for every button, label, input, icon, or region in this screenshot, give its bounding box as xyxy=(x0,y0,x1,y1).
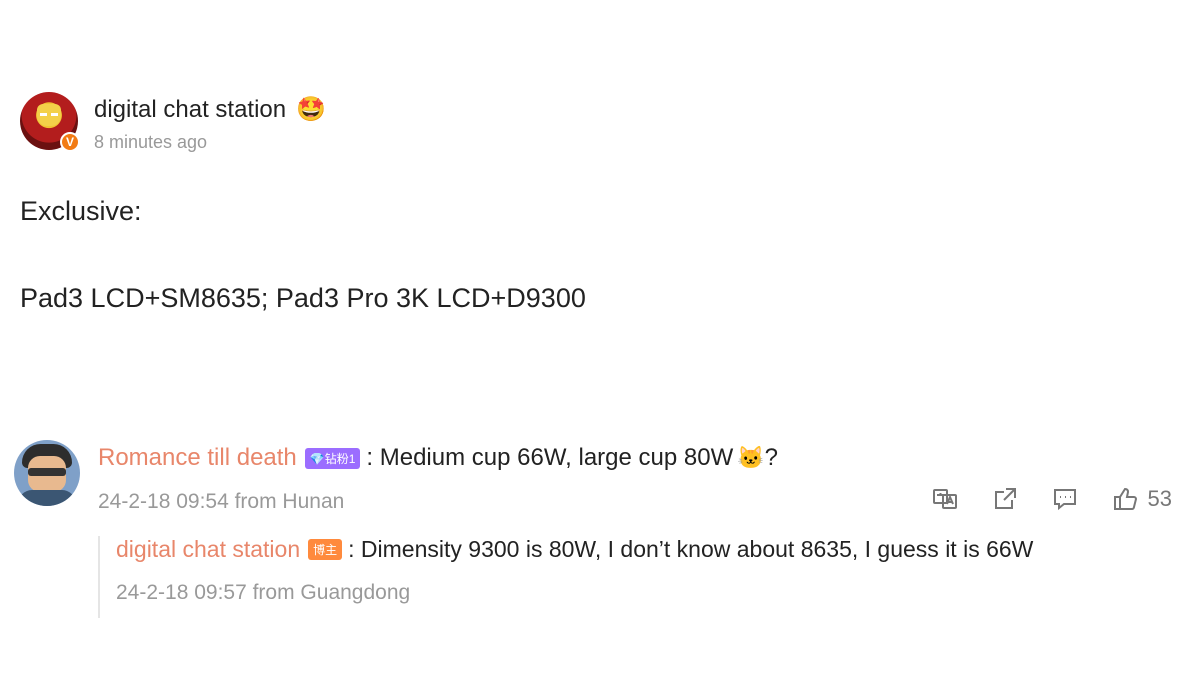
verified-badge: V xyxy=(60,132,80,152)
post-body: Exclusive: Pad3 LCD+SM8635; Pad3 Pro 3K … xyxy=(20,196,586,314)
reply-line: digital chat station 博主 : Dimensity 9300… xyxy=(116,536,1176,563)
like-icon xyxy=(1112,486,1138,512)
reply-author[interactable]: digital chat station xyxy=(116,536,300,563)
cat-emoji-icon: 🐱 xyxy=(737,445,765,470)
comment-meta: 24-2-18 09:54 from Hunan xyxy=(98,490,345,513)
blogger-badge: 博主 xyxy=(308,539,343,560)
comment-actions: 53 xyxy=(932,486,1172,512)
like-button[interactable]: 53 xyxy=(1112,486,1172,512)
author-emoji-icon: 🤩 xyxy=(296,96,327,123)
author-name[interactable]: digital chat station xyxy=(94,96,286,124)
comment-text: : Medium cup 66W, large cup 80W xyxy=(366,444,734,471)
comment-icon[interactable] xyxy=(1052,486,1078,512)
author-block: digital chat station 🤩 8 minutes ago xyxy=(94,96,326,153)
post-text-line-1: Exclusive: xyxy=(20,196,142,226)
author-avatar[interactable]: V xyxy=(20,92,80,152)
like-count: 53 xyxy=(1147,486,1172,511)
post-header: V digital chat station 🤩 8 minutes ago xyxy=(20,92,326,153)
comment-line: Romance till death 💎钻粉1 : Medium cup 66W… xyxy=(98,444,778,472)
commenter-name[interactable]: Romance till death xyxy=(98,444,297,472)
fan-level-badge: 💎钻粉1 xyxy=(304,447,361,469)
translate-icon[interactable] xyxy=(932,486,958,512)
reply-meta: 24-2-18 09:57 from Guangdong xyxy=(116,581,411,604)
post-text-line-2: Pad3 LCD+SM8635; Pad3 Pro 3K LCD+D9300 xyxy=(20,283,586,313)
reply: digital chat station 博主 : Dimensity 9300… xyxy=(98,536,1176,618)
commenter-avatar[interactable] xyxy=(14,440,80,506)
post-timestamp: 8 minutes ago xyxy=(94,132,208,152)
ironman-mask-icon xyxy=(37,104,61,126)
comment-suffix: ? xyxy=(764,444,779,471)
share-icon[interactable] xyxy=(992,486,1018,512)
reply-text: : Dimensity 9300 is 80W, I don’t know ab… xyxy=(348,536,1034,562)
